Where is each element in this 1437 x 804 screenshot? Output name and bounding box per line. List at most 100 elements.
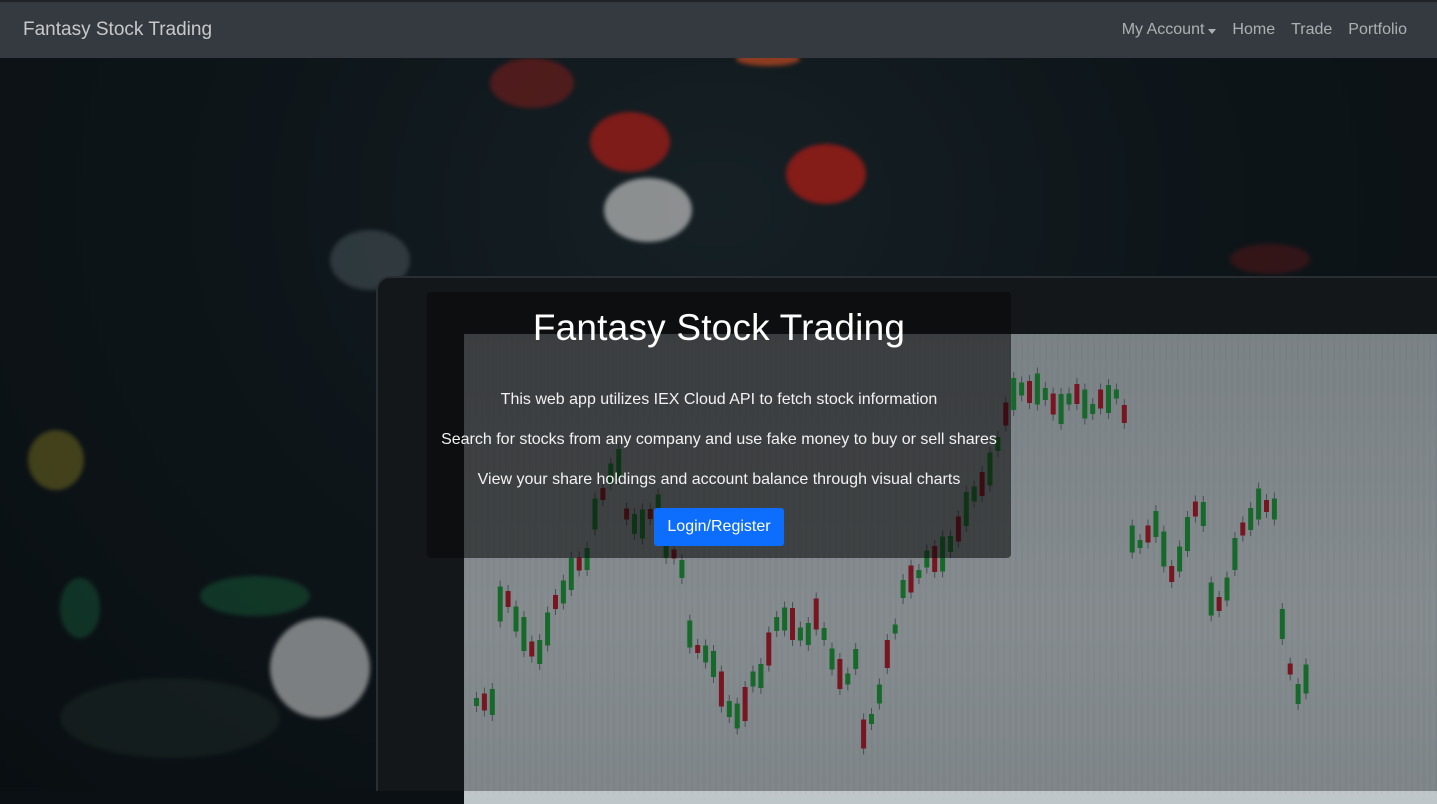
candlestick [837, 653, 843, 695]
candlestick [560, 574, 566, 610]
candlestick [474, 692, 479, 712]
candlestick [481, 687, 487, 717]
candle-body [687, 620, 693, 648]
candle-body [1129, 525, 1135, 553]
candle-body [537, 640, 543, 664]
candlestick [1279, 603, 1285, 645]
nav-my-account-label: My Account [1121, 21, 1205, 38]
candle-body [1200, 502, 1206, 526]
candle-body [1113, 389, 1119, 399]
candle-body [916, 570, 922, 578]
candlestick [884, 634, 890, 674]
candle-body [553, 595, 558, 609]
candle-body [529, 641, 535, 657]
candle-body [545, 612, 551, 646]
candle-body [821, 628, 827, 640]
candlestick [1240, 516, 1246, 542]
candle-body [1295, 684, 1301, 704]
navbar-brand[interactable]: Fantasy Stock Trading [23, 19, 212, 41]
bokeh-light [270, 618, 370, 718]
candlestick [1121, 399, 1127, 429]
candle-body [1279, 609, 1285, 639]
candle-body [861, 719, 867, 749]
candle-body [876, 684, 882, 704]
bokeh-light [786, 144, 866, 204]
candle-body [1050, 393, 1056, 415]
candlestick [1074, 378, 1080, 410]
nav-portfolio[interactable]: Portfolio [1340, 21, 1414, 39]
candle-body [908, 565, 914, 593]
candle-body [474, 698, 479, 706]
candle-body [1208, 582, 1214, 616]
candle-body [829, 648, 835, 670]
candle-body [568, 558, 574, 590]
candle-body [497, 586, 503, 622]
candlestick [1098, 383, 1104, 415]
candle-body [1153, 511, 1159, 537]
candlestick [711, 645, 716, 683]
candlestick [497, 580, 503, 628]
candlestick [695, 639, 701, 659]
candle-body [742, 687, 748, 721]
candlestick [758, 658, 764, 694]
candle-body [703, 645, 709, 663]
nav-links: My Account Home Trade Portfolio [1114, 21, 1414, 39]
candlestick [1303, 658, 1309, 700]
candle-body [900, 580, 906, 598]
candlestick [1185, 511, 1190, 557]
candle-body [726, 701, 732, 717]
candle-body [1145, 525, 1151, 543]
candle-body [1042, 388, 1048, 400]
candle-body [505, 591, 511, 607]
candle-body [845, 673, 851, 685]
candle-body [1090, 404, 1096, 414]
candlestick [718, 665, 724, 713]
candle-body [1058, 394, 1064, 424]
candlestick [1208, 576, 1214, 622]
bokeh-light [490, 58, 574, 108]
candle-body [1224, 577, 1230, 601]
candlestick [537, 634, 543, 670]
candle-body [1121, 405, 1127, 423]
candlestick [861, 713, 867, 755]
candle-body [805, 623, 811, 645]
candle-body [576, 557, 582, 571]
candlestick [782, 601, 788, 637]
candle-body [869, 714, 874, 724]
candle-body [1169, 566, 1175, 582]
candlestick [1066, 387, 1072, 411]
candle-body [797, 627, 803, 641]
candle-body [679, 560, 685, 578]
candle-body [1271, 498, 1277, 520]
candlestick [1224, 571, 1230, 607]
candlestick [766, 626, 772, 672]
candle-body [1264, 500, 1269, 512]
bokeh-light [590, 112, 670, 172]
candlestick [1271, 492, 1277, 526]
candle-body [718, 671, 724, 707]
hero-description-line: View your share holdings and account bal… [477, 471, 961, 488]
candle-body [1216, 597, 1222, 611]
nav-home[interactable]: Home [1224, 21, 1283, 39]
nav-my-account-dropdown[interactable]: My Account [1114, 21, 1225, 39]
candle-body [853, 649, 859, 669]
candle-body [489, 689, 495, 715]
candlestick [908, 559, 914, 599]
candle-body [1248, 508, 1254, 530]
bokeh-light [200, 576, 310, 616]
nav-trade[interactable]: Trade [1283, 21, 1340, 39]
login-register-button[interactable]: Login/Register [654, 508, 784, 546]
candle-body [892, 624, 898, 634]
candlestick [900, 574, 906, 604]
candle-body [1177, 546, 1183, 572]
candle-body [790, 608, 795, 640]
candlestick [1216, 591, 1222, 617]
candle-body [1287, 663, 1293, 675]
candle-body [837, 659, 843, 689]
hero-title: Fantasy Stock Trading [532, 307, 906, 348]
candle-body [1034, 373, 1040, 405]
candle-body [560, 580, 566, 604]
candlestick [1058, 388, 1064, 430]
bokeh-light [28, 430, 84, 490]
candle-body [521, 617, 527, 651]
